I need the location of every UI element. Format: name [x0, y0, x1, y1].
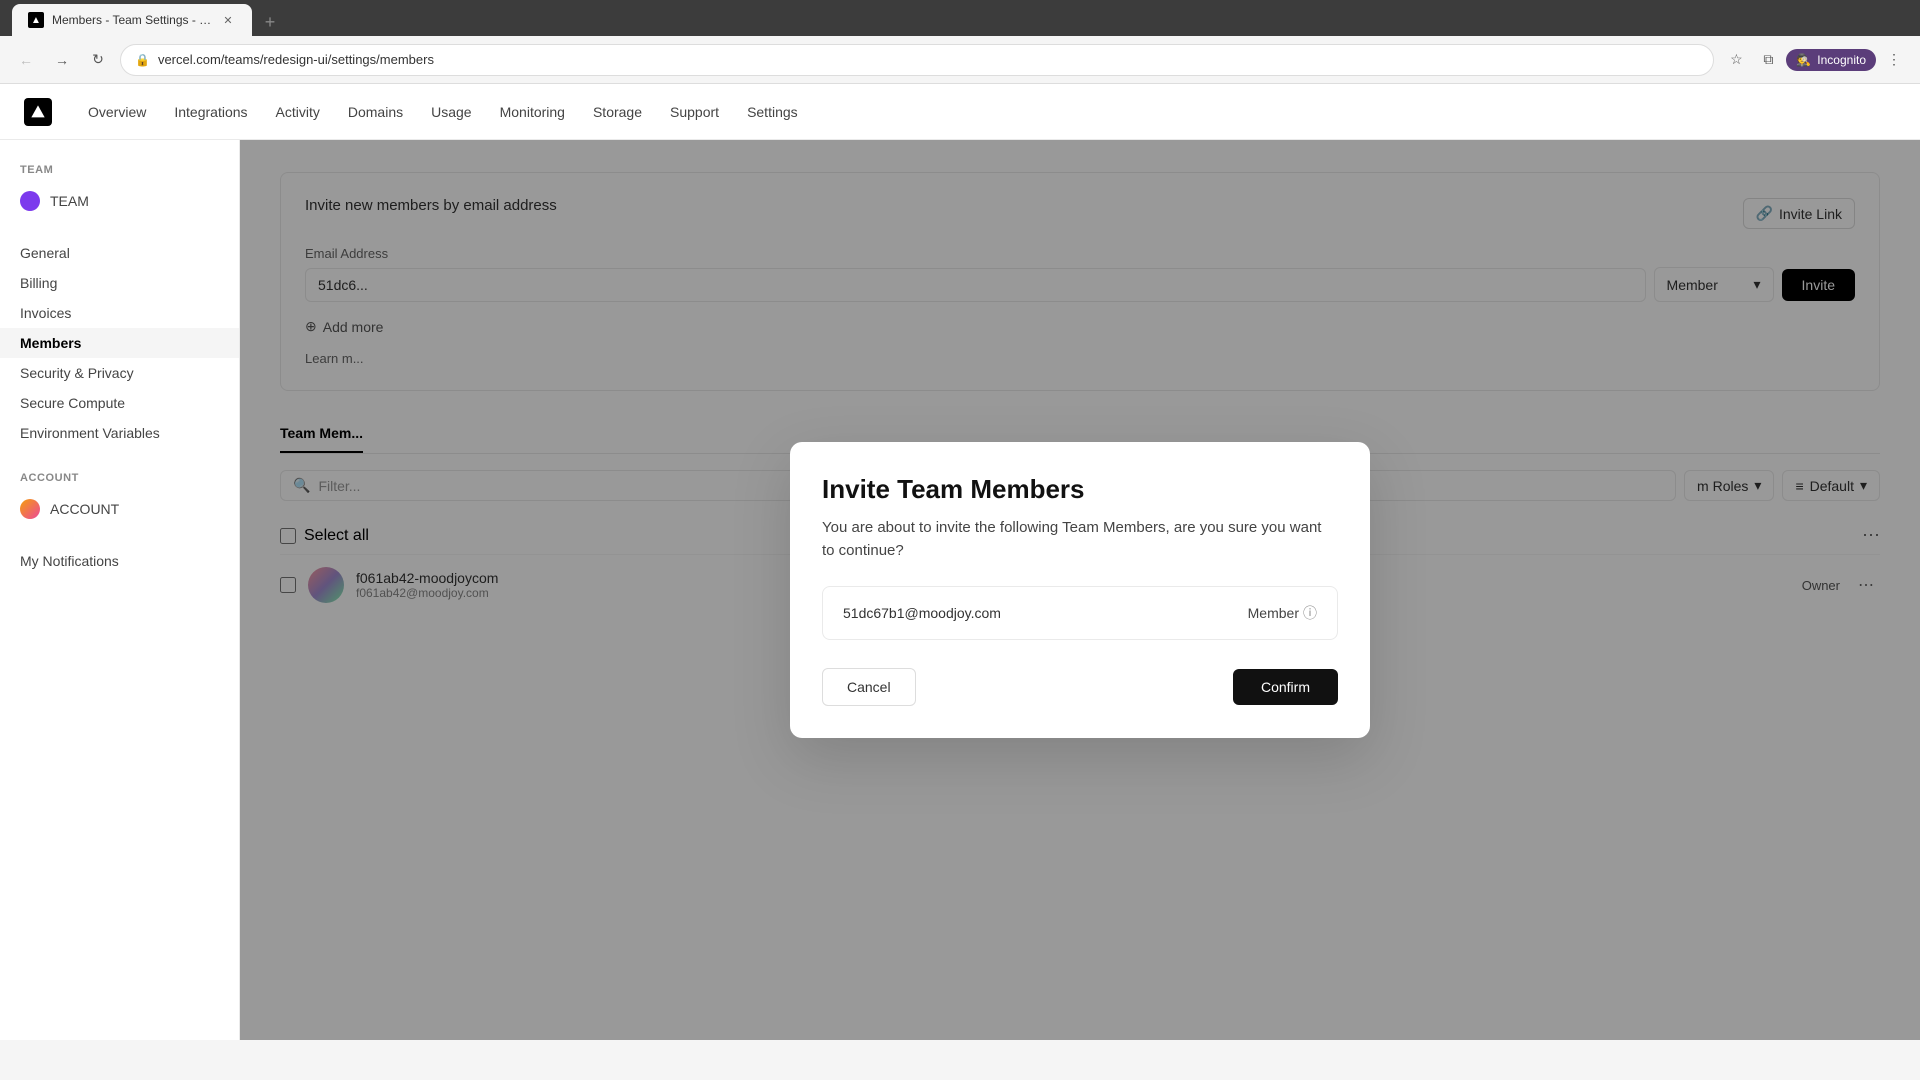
invite-modal: Invite Team Members You are about to inv… — [790, 442, 1370, 738]
account-name: ACCOUNT — [50, 501, 119, 517]
modal-overlay: Invite Team Members You are about to inv… — [240, 140, 1920, 1040]
nav-link-overview[interactable]: Overview — [76, 98, 158, 126]
toolbar-actions: ☆ ⧉ 🕵 Incognito ⋮ — [1722, 46, 1908, 74]
incognito-icon: 🕵 — [1796, 53, 1811, 67]
nav-links: Overview Integrations Activity Domains U… — [76, 98, 810, 126]
account-avatar — [20, 499, 40, 519]
vercel-logo-icon — [30, 104, 46, 120]
cancel-button[interactable]: Cancel — [822, 668, 916, 706]
new-tab-button[interactable]: + — [256, 8, 284, 36]
url-text: vercel.com/teams/redesign-ui/settings/me… — [158, 52, 1699, 67]
forward-button[interactable]: → — [48, 46, 76, 74]
ssl-lock-icon: 🔒 — [135, 53, 150, 67]
modal-title: Invite Team Members — [822, 474, 1338, 505]
sidebar-item-invoices[interactable]: Invoices — [0, 298, 239, 328]
team-avatar — [20, 191, 40, 211]
browser-chrome: ▲ Members - Team Settings - Da... ✕ + ← … — [0, 0, 1920, 84]
sidebar-item-members[interactable]: Members — [0, 328, 239, 358]
sidebar-item-notifications[interactable]: My Notifications — [0, 546, 239, 576]
bookmark-button[interactable]: ☆ — [1722, 46, 1750, 74]
app-container: Overview Integrations Activity Domains U… — [0, 84, 1920, 1040]
nav-link-monitoring[interactable]: Monitoring — [488, 98, 577, 126]
incognito-badge[interactable]: 🕵 Incognito — [1786, 49, 1876, 71]
modal-invite-email: 51dc67b1@moodjoy.com — [843, 605, 1001, 621]
tab-bar: ▲ Members - Team Settings - Da... ✕ + — [0, 0, 1920, 36]
tab-title: Members - Team Settings - Da... — [52, 13, 212, 27]
main-content: TEAM TEAM General Billing Invoices Membe… — [0, 140, 1920, 1040]
split-screen-button[interactable]: ⧉ — [1754, 46, 1782, 74]
active-tab[interactable]: ▲ Members - Team Settings - Da... ✕ — [12, 4, 252, 36]
confirm-button[interactable]: Confirm — [1233, 669, 1338, 705]
sidebar: TEAM TEAM General Billing Invoices Membe… — [0, 140, 240, 1040]
team-name: TEAM — [50, 193, 89, 209]
nav-link-activity[interactable]: Activity — [264, 98, 332, 126]
sidebar-item-account[interactable]: ACCOUNT — [0, 492, 239, 526]
nav-logo — [24, 98, 52, 126]
sidebar-item-billing[interactable]: Billing — [0, 268, 239, 298]
modal-actions: Cancel Confirm — [822, 668, 1338, 706]
menu-button[interactable]: ⋮ — [1880, 46, 1908, 74]
back-button[interactable]: ← — [12, 46, 40, 74]
top-nav: Overview Integrations Activity Domains U… — [0, 84, 1920, 140]
browser-toolbar: ← → ↻ 🔒 vercel.com/teams/redesign-ui/set… — [0, 36, 1920, 84]
modal-member-item: 51dc67b1@moodjoy.com Member ⓘ — [843, 603, 1317, 623]
nav-link-usage[interactable]: Usage — [419, 98, 483, 126]
nav-link-settings[interactable]: Settings — [735, 98, 810, 126]
modal-description: You are about to invite the following Te… — [822, 517, 1338, 562]
tab-close-button[interactable]: ✕ — [220, 12, 236, 28]
modal-role-label: Member — [1248, 605, 1299, 621]
sidebar-item-env-vars[interactable]: Environment Variables — [0, 418, 239, 448]
team-section-label: TEAM — [0, 160, 239, 184]
sidebar-item-secure-compute[interactable]: Secure Compute — [0, 388, 239, 418]
address-bar[interactable]: 🔒 vercel.com/teams/redesign-ui/settings/… — [120, 44, 1714, 76]
reload-button[interactable]: ↻ — [84, 46, 112, 74]
account-section-label: ACCOUNT — [0, 468, 239, 492]
info-icon: ⓘ — [1303, 603, 1317, 623]
modal-member-role: Member ⓘ — [1248, 603, 1317, 623]
sidebar-item-security-privacy[interactable]: Security & Privacy — [0, 358, 239, 388]
nav-link-integrations[interactable]: Integrations — [162, 98, 259, 126]
nav-link-domains[interactable]: Domains — [336, 98, 415, 126]
incognito-label: Incognito — [1817, 53, 1866, 67]
sidebar-item-team[interactable]: TEAM — [0, 184, 239, 218]
sidebar-item-general[interactable]: General — [0, 238, 239, 268]
modal-member-list: 51dc67b1@moodjoy.com Member ⓘ — [822, 586, 1338, 640]
nav-link-support[interactable]: Support — [658, 98, 731, 126]
tab-favicon: ▲ — [28, 12, 44, 28]
content-area: Invite new members by email address 🔗 In… — [240, 140, 1920, 1040]
nav-link-storage[interactable]: Storage — [581, 98, 654, 126]
